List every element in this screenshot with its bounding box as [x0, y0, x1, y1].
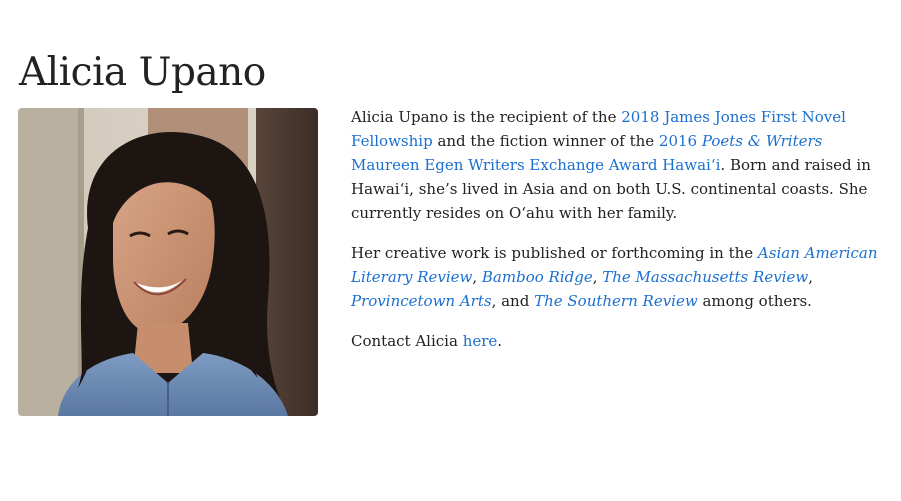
author-photo	[18, 108, 318, 416]
bio-section: Alicia Upano is the recipient of the 201…	[351, 105, 891, 369]
publication-title: The Southern Review	[534, 292, 698, 310]
bio-text: Contact Alicia	[351, 332, 463, 350]
contact-link[interactable]: here	[463, 332, 498, 350]
bio-text: among others.	[697, 292, 812, 310]
bio-paragraph-contact: Contact Alicia here.	[351, 329, 891, 353]
publication-title: The Massachusetts Review	[602, 268, 809, 286]
bio-text: Her creative work is published or forthc…	[351, 244, 758, 262]
provincetown-arts-link[interactable]: Provincetown Arts	[351, 292, 492, 310]
massachusetts-review-link[interactable]: The Massachusetts Review	[602, 268, 808, 286]
bio-paragraph-publications: Her creative work is published or forthc…	[351, 241, 891, 313]
award-year-text: 2016	[658, 132, 702, 150]
poets-writers-title: Poets & Writers	[701, 132, 823, 150]
bio-text: and the fiction winner of the	[432, 132, 659, 150]
bio-text: .	[497, 332, 503, 350]
bio-text: Alicia Upano is the recipient of the	[351, 108, 622, 126]
author-photo-image	[18, 108, 318, 416]
southern-review-link[interactable]: The Southern Review	[534, 292, 698, 310]
page-title: Alicia Upano	[19, 50, 266, 95]
publication-title: Bamboo Ridge	[481, 268, 593, 286]
separator-text: ,	[808, 268, 813, 286]
separator-text: ,	[472, 268, 482, 286]
bio-paragraph-awards: Alicia Upano is the recipient of the 201…	[351, 105, 891, 225]
bamboo-ridge-link[interactable]: Bamboo Ridge	[482, 268, 593, 286]
publication-title: Provincetown Arts	[351, 292, 492, 310]
separator-text: , and	[491, 292, 535, 310]
separator-text: ,	[592, 268, 603, 286]
award-name-text: Maureen Egen Writers Exchange Award Hawa…	[351, 156, 721, 174]
